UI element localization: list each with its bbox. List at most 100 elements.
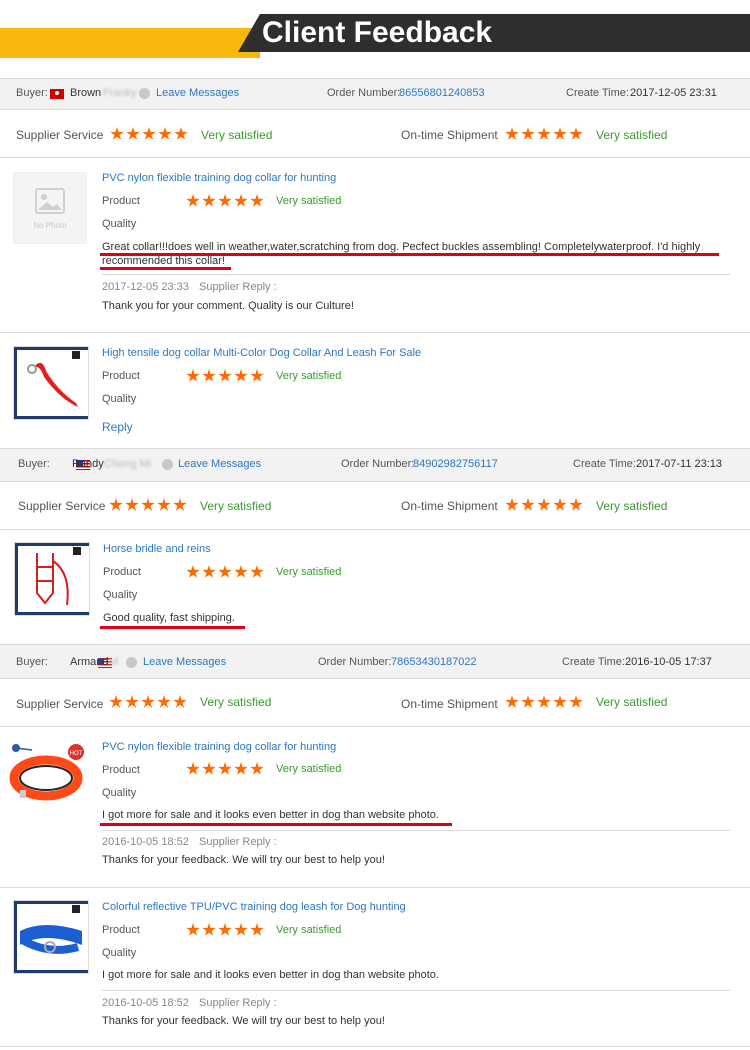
divider — [0, 529, 750, 530]
leave-messages-link[interactable]: Leave Messages — [178, 458, 261, 470]
star-icon — [250, 923, 264, 936]
ontime-shipment-label: On-time Shipment — [401, 499, 498, 513]
supplier-service-stars — [109, 695, 187, 711]
product-thumbnail-leash-red[interactable] — [13, 346, 89, 420]
create-time-value: 2017-07-11 23:13 — [636, 458, 723, 470]
message-icon[interactable] — [162, 459, 173, 470]
star-icon — [186, 565, 200, 578]
divider — [0, 726, 750, 727]
star-icon — [186, 762, 200, 775]
buyer-label: Buyer: — [18, 458, 50, 470]
quality-label: Quality — [102, 787, 137, 799]
star-icon — [141, 695, 155, 708]
star-icon — [110, 127, 124, 140]
product-thumbnail-collar-orange[interactable]: HOT — [8, 738, 88, 808]
star-icon — [109, 695, 123, 708]
review-underline — [100, 823, 452, 826]
product-stars — [186, 194, 264, 210]
buyer-name: Armand — [70, 656, 109, 668]
banner-yellow-stripe — [0, 28, 260, 58]
blue-leash-image — [14, 901, 88, 973]
review-text: I got more for sale and it looks even be… — [102, 969, 439, 981]
divider — [102, 830, 730, 831]
ontime-shipment-rating: Very satisfied — [596, 128, 668, 142]
supplier-reply-label: Supplier Reply : — [199, 836, 277, 848]
star-icon — [202, 194, 216, 207]
star-icon — [157, 695, 171, 708]
ontime-shipment-label: On-time Shipment — [401, 697, 498, 711]
star-icon — [569, 695, 583, 708]
star-icon — [141, 498, 155, 511]
quality-label: Quality — [102, 947, 137, 959]
leave-messages-link[interactable]: Leave Messages — [143, 656, 226, 668]
supplier-service-stars — [110, 127, 188, 143]
supplier-reply-text: Thanks for your feedback. We will try ou… — [102, 1015, 385, 1027]
star-icon — [125, 695, 139, 708]
review-underline — [100, 267, 231, 270]
product-title-link[interactable]: PVC nylon flexible training dog collar f… — [102, 172, 336, 184]
ontime-shipment-stars — [505, 127, 583, 143]
supplier-reply-label: Supplier Reply : — [199, 997, 277, 1009]
product-title-link[interactable]: PVC nylon flexible training dog collar f… — [102, 741, 336, 753]
star-icon — [537, 695, 551, 708]
order-number-link[interactable]: 84902982756117 — [413, 458, 498, 470]
product-rating: Very satisfied — [276, 763, 342, 775]
quality-label: Quality — [102, 218, 137, 230]
star-icon — [218, 762, 232, 775]
svg-text:HOT: HOT — [70, 751, 83, 757]
reply-time: 2017-12-05 23:33 — [102, 281, 189, 293]
order-number-link[interactable]: 78653430187022 — [391, 656, 477, 668]
buyer-name: Brown — [70, 87, 102, 99]
leave-messages-link[interactable]: Leave Messages — [156, 87, 239, 99]
star-icon — [218, 369, 232, 382]
buyer-hidden-name: M — [109, 656, 119, 668]
product-thumbnail-bridle[interactable] — [14, 542, 90, 616]
quality-label: Quality — [103, 589, 138, 601]
ontime-shipment-label: On-time Shipment — [401, 128, 498, 142]
star-icon — [125, 498, 139, 511]
create-time-label: Create Time: — [566, 87, 629, 99]
product-stars — [186, 369, 264, 385]
review-text: Good quality, fast shipping. — [103, 612, 235, 624]
supplier-service-rating: Very satisfied — [201, 128, 273, 142]
product-title-link[interactable]: High tensile dog collar Multi-Color Dog … — [102, 347, 421, 359]
star-icon — [234, 762, 248, 775]
star-icon — [505, 695, 519, 708]
product-thumbnail-leash-blue[interactable] — [13, 900, 89, 974]
supplier-service-label: Supplier Service — [16, 128, 104, 142]
order-number-label: Order Number: — [327, 87, 401, 99]
divider — [0, 332, 750, 333]
buyer-name: Randy — [72, 458, 104, 470]
product-title-link[interactable]: Colorful reflective TPU/PVC training dog… — [102, 901, 406, 913]
no-photo-thumbnail[interactable]: No Photo — [13, 172, 87, 244]
star-icon — [234, 194, 248, 207]
message-icon[interactable] — [139, 88, 150, 99]
star-icon — [250, 194, 264, 207]
reply-link[interactable]: Reply — [102, 420, 133, 434]
no-photo-label: No Photo — [33, 221, 67, 230]
product-rating: Very satisfied — [276, 195, 342, 207]
message-icon[interactable] — [126, 657, 137, 668]
flag-hk-icon — [50, 89, 64, 100]
review-underline — [100, 253, 719, 256]
star-icon — [173, 498, 187, 511]
order-number-link[interactable]: 86556801240853 — [399, 87, 485, 99]
star-icon — [505, 127, 519, 140]
order-number-label: Order Number: — [318, 656, 392, 668]
star-icon — [537, 498, 551, 511]
star-icon — [186, 194, 200, 207]
product-title-link[interactable]: Horse bridle and reins — [103, 543, 211, 555]
supplier-reply-text: Thank you for your comment. Quality is o… — [102, 300, 354, 312]
supplier-service-stars — [109, 498, 187, 514]
create-time-value: 2017-12-05 23:31 — [630, 87, 717, 99]
star-icon — [553, 695, 567, 708]
divider — [0, 1046, 750, 1047]
star-icon — [521, 695, 535, 708]
ontime-shipment-rating: Very satisfied — [596, 499, 668, 513]
star-icon — [202, 762, 216, 775]
star-icon — [250, 565, 264, 578]
star-icon — [218, 565, 232, 578]
red-leash-image — [14, 347, 88, 419]
star-icon — [142, 127, 156, 140]
banner-title: Client Feedback — [262, 16, 493, 49]
